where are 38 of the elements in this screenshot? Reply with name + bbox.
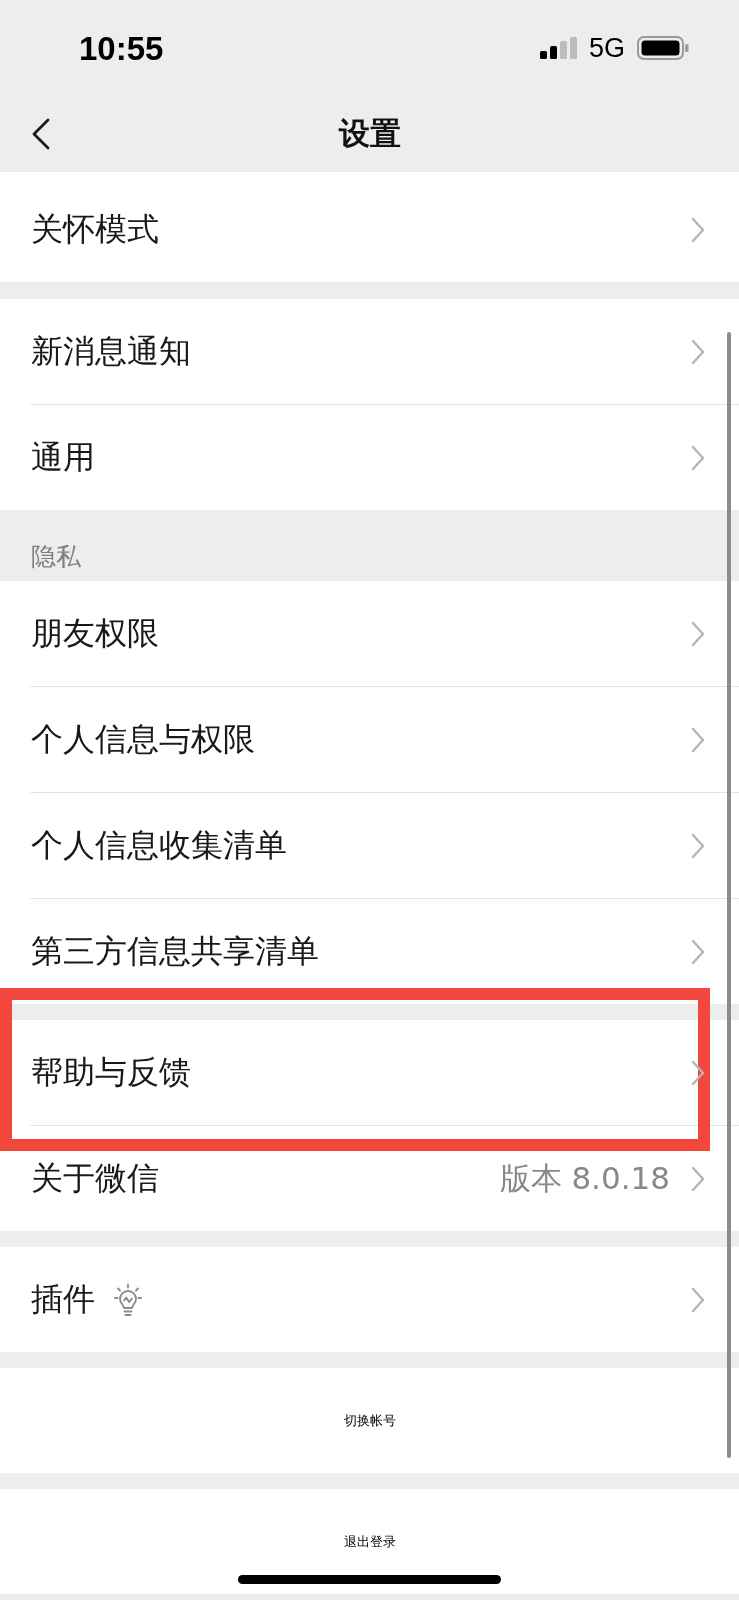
settings-item[interactable]: 通用 xyxy=(0,405,739,510)
chevron-icon xyxy=(691,620,705,647)
settings-item[interactable]: 朋友权限 xyxy=(0,581,739,686)
item-label: 第三方信息共享清单 xyxy=(31,932,319,971)
settings-item[interactable]: 个人信息与权限 xyxy=(0,687,739,792)
item-label: 关于微信 xyxy=(31,1159,159,1198)
settings-item[interactable]: 新消息通知 xyxy=(0,299,739,404)
chevron-icon xyxy=(691,1059,705,1086)
lightbulb-icon xyxy=(114,1282,142,1317)
chevron-icon xyxy=(691,444,705,471)
action-button[interactable]: 切换帐号 xyxy=(0,1368,739,1473)
signal-icon xyxy=(539,37,577,59)
item-value: 版本 8.0.18 xyxy=(499,1159,670,1198)
item-label: 关怀模式 xyxy=(31,210,159,249)
item-label: 个人信息与权限 xyxy=(31,720,255,759)
item-label: 个人信息收集清单 xyxy=(31,826,287,865)
item-label: 新消息通知 xyxy=(31,332,191,371)
chevron-icon xyxy=(691,216,705,243)
battery-icon xyxy=(637,36,689,60)
chevron-icon xyxy=(691,832,705,859)
network-type: 5G xyxy=(588,34,625,62)
item-label: 通用 xyxy=(31,438,95,477)
status-time: 10:55 xyxy=(79,31,164,65)
back-icon[interactable] xyxy=(31,118,51,150)
section-header: 隐私 xyxy=(31,542,81,571)
chevron-icon xyxy=(691,938,705,965)
chevron-icon xyxy=(691,726,705,753)
settings-item[interactable]: 关怀模式 xyxy=(0,177,739,282)
item-label: 插件 xyxy=(31,1280,95,1319)
action-button[interactable]: 退出登录 xyxy=(0,1489,739,1594)
chevron-icon xyxy=(691,338,705,365)
chevron-icon xyxy=(691,1165,705,1192)
page-title: 设置 xyxy=(338,115,401,153)
settings-item[interactable]: 插件 xyxy=(0,1247,739,1352)
chevron-icon xyxy=(691,1286,705,1313)
item-label: 朋友权限 xyxy=(31,614,159,653)
settings-item[interactable]: 个人信息收集清单 xyxy=(0,793,739,898)
item-label: 帮助与反馈 xyxy=(31,1053,191,1092)
